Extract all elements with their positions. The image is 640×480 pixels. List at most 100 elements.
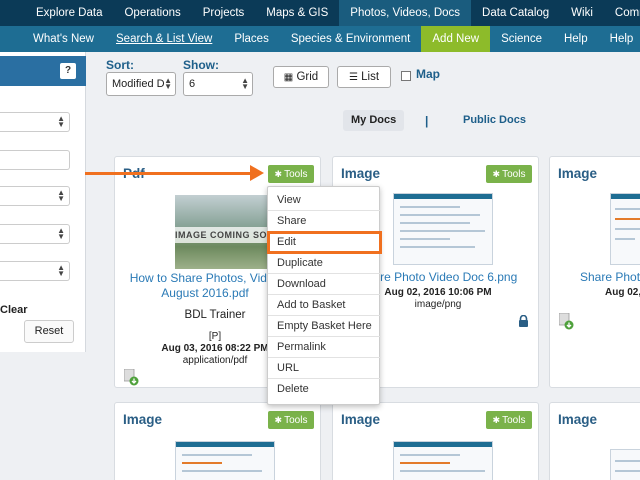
doc-card-image-4[interactable]: Image ✱ Tools xyxy=(114,402,321,480)
tools-label: Tools xyxy=(284,415,308,426)
tools-label: Tools xyxy=(284,169,308,180)
doc-tabs: My Docs | Public Docs xyxy=(100,106,640,136)
select-arrows-icon: ▲ ▼ xyxy=(241,76,249,91)
subnav-whats-new[interactable]: What's New xyxy=(0,26,105,52)
show-label: Show: xyxy=(183,58,219,72)
card-title-line2: August 2016.pdf xyxy=(161,286,249,300)
tab-separator: | xyxy=(425,114,429,128)
top-nav: Explore Data Operations Projects Maps & … xyxy=(0,0,640,26)
subnav-places[interactable]: Places xyxy=(223,26,280,52)
select-arrows-icon: ▲ ▼ xyxy=(164,76,172,91)
card-thumbnail[interactable] xyxy=(175,441,275,480)
filter-panel: ? ▲ ▼ ▲ ▼ ▲ ▼ ▲ ▼ Clear Reset xyxy=(0,52,86,352)
nav-photos-videos-docs[interactable]: Photos, Videos, Docs xyxy=(339,0,472,26)
sort-label: Sort: xyxy=(106,58,134,72)
menu-item-empty-basket-here[interactable]: Empty Basket Here xyxy=(268,316,381,337)
card-date: Aug 02, 20 xyxy=(605,287,640,298)
download-icon[interactable] xyxy=(559,313,574,330)
subnav-add-new[interactable]: Add New xyxy=(421,26,491,52)
menu-item-delete[interactable]: Delete xyxy=(268,379,381,400)
grid-icon: ▦ xyxy=(283,72,294,83)
doc-card-image-5[interactable]: Image ✱ Tools xyxy=(332,402,539,480)
select-arrows-icon: ▲ ▼ xyxy=(57,188,65,203)
subnav-search-list-view[interactable]: Search & List View xyxy=(105,26,223,52)
gear-icon: ✱ xyxy=(274,415,283,425)
card-thumbnail[interactable] xyxy=(393,193,493,265)
show-select[interactable]: 6 ▲ ▼ xyxy=(183,72,253,96)
tools-label: Tools xyxy=(502,169,526,180)
menu-item-permalink[interactable]: Permalink xyxy=(268,337,381,358)
subnav-help[interactable]: Help xyxy=(553,26,599,52)
annotation-arrow-head xyxy=(250,165,264,181)
filter-input-1[interactable] xyxy=(0,150,70,170)
tab-my-docs[interactable]: My Docs xyxy=(343,110,405,131)
menu-item-edit[interactable]: Edit xyxy=(267,231,382,254)
reset-button[interactable]: Reset xyxy=(24,320,74,343)
card-type-label: Image xyxy=(558,166,598,181)
subnav-help-2[interactable]: Help xyxy=(599,26,640,52)
help-button[interactable]: ? xyxy=(60,63,76,79)
subnav-science[interactable]: Science xyxy=(490,26,553,52)
map-label: Map xyxy=(416,67,440,81)
card-thumbnail[interactable]: IMAGE COMING SOON xyxy=(175,195,275,269)
nav-wiki[interactable]: Wiki xyxy=(560,0,604,26)
menu-item-url[interactable]: URL xyxy=(268,358,381,379)
filter-select-1[interactable]: ▲ ▼ xyxy=(0,112,70,132)
card-thumbnail[interactable] xyxy=(610,449,640,480)
filter-panel-header: ? xyxy=(0,56,86,86)
card-thumbnail[interactable] xyxy=(393,441,493,480)
map-checkbox[interactable] xyxy=(401,71,411,81)
sort-select[interactable]: Modified D ▲ ▼ xyxy=(106,72,176,96)
select-arrows-icon: ▲ ▼ xyxy=(57,263,65,278)
list-icon: ☰ xyxy=(348,72,358,83)
doc-card-image-6[interactable]: Image xyxy=(549,402,640,480)
lock-icon xyxy=(519,315,528,327)
list-view-button[interactable]: ☰ List xyxy=(337,66,391,88)
card-type-label: Image xyxy=(123,412,163,427)
gear-icon: ✱ xyxy=(492,415,501,425)
nav-projects[interactable]: Projects xyxy=(192,0,256,26)
filter-select-3[interactable]: ▲ ▼ xyxy=(0,224,70,244)
filter-select-2[interactable]: ▲ ▼ xyxy=(0,186,70,206)
toolbar: Sort: Modified D ▲ ▼ Show: 6 ▲ ▼ ▦ Grid ☰ … xyxy=(100,52,640,106)
card-type-label: Image xyxy=(341,412,381,427)
gear-icon: ✱ xyxy=(492,169,501,179)
nav-community[interactable]: Commu xyxy=(604,0,640,26)
sub-nav: What's New Search & List View Places Spe… xyxy=(0,26,640,52)
tab-public-docs[interactable]: Public Docs xyxy=(455,110,534,131)
filter-select-4[interactable]: ▲ ▼ xyxy=(0,261,70,281)
menu-item-add-to-basket[interactable]: Add to Basket xyxy=(268,295,381,316)
nav-maps-gis[interactable]: Maps & GIS xyxy=(255,0,339,26)
card-title-line1: How to Share Photos, Video xyxy=(129,271,281,285)
grid-view-button[interactable]: ▦ Grid xyxy=(273,66,329,88)
card-thumbnail[interactable] xyxy=(610,193,640,265)
card-title-link[interactable]: How to Share Photos, Video August 2016.p… xyxy=(125,271,285,301)
list-label: List xyxy=(361,71,380,83)
download-icon[interactable] xyxy=(124,369,139,386)
sort-value: Modified D xyxy=(112,78,165,90)
tools-button[interactable]: ✱ Tools xyxy=(486,165,532,183)
gear-icon: ✱ xyxy=(274,169,283,179)
card-title-link[interactable]: Share Photo xyxy=(580,270,640,285)
subnav-species-environment[interactable]: Species & Environment xyxy=(280,26,422,52)
menu-item-duplicate[interactable]: Duplicate xyxy=(268,253,381,274)
card-type-label: Image xyxy=(558,412,598,427)
card-type-label: Image xyxy=(341,166,381,181)
menu-item-download[interactable]: Download xyxy=(268,274,381,295)
tools-button[interactable]: ✱ Tools xyxy=(268,411,314,429)
menu-item-share[interactable]: Share xyxy=(268,211,381,232)
tools-button[interactable]: ✱ Tools xyxy=(486,411,532,429)
nav-data-catalog[interactable]: Data Catalog xyxy=(471,0,560,26)
select-arrows-icon: ▲ ▼ xyxy=(57,114,65,129)
nav-operations[interactable]: Operations xyxy=(113,0,191,26)
tools-dropdown-menu: View Share Edit Duplicate Download Add t… xyxy=(267,186,382,405)
menu-item-view[interactable]: View xyxy=(268,190,381,211)
annotation-arrow-shaft xyxy=(85,172,253,175)
tools-button[interactable]: ✱ Tools xyxy=(268,165,314,183)
doc-card-image-3[interactable]: Image Share Photo Aug 02, 20 xyxy=(549,156,640,388)
thumbnail-banner: IMAGE COMING SOON xyxy=(175,227,275,243)
clear-label[interactable]: Clear xyxy=(0,304,28,316)
show-value: 6 xyxy=(189,78,196,90)
nav-explore-data[interactable]: Explore Data xyxy=(0,0,113,26)
tools-label: Tools xyxy=(502,415,526,426)
